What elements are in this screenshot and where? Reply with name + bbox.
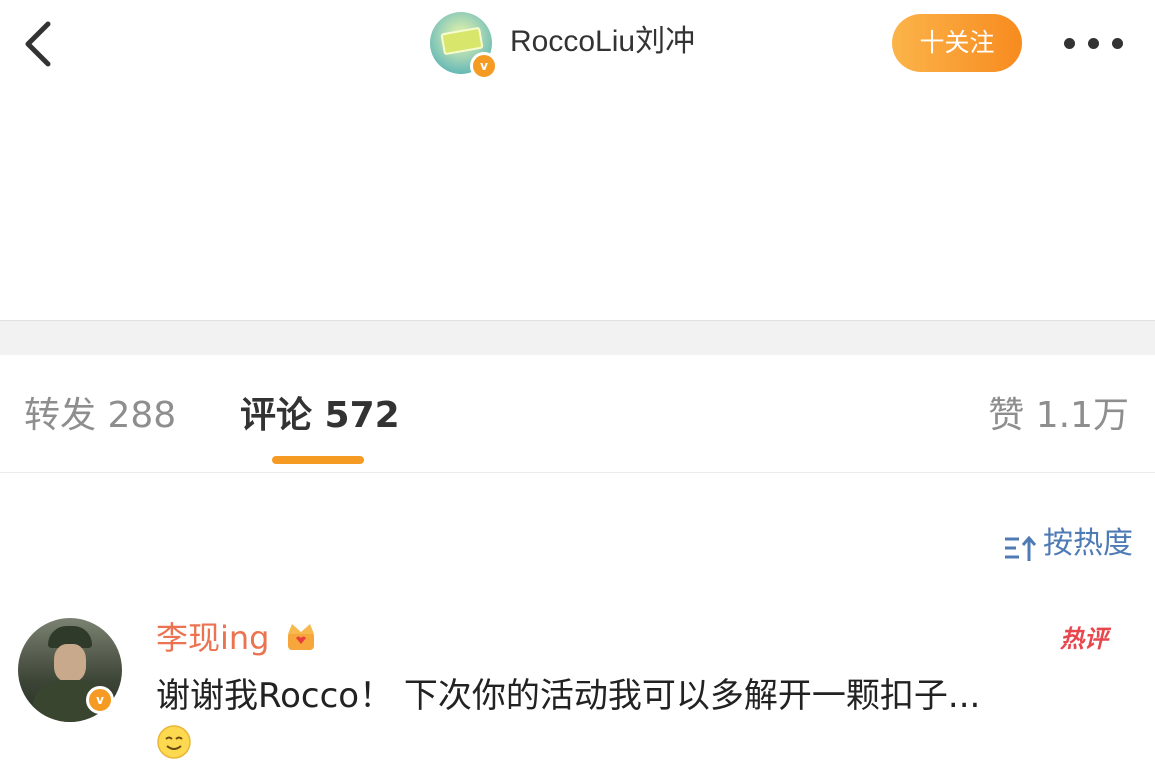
verified-badge-icon: v xyxy=(470,52,498,80)
profile-name[interactable]: RoccoLiu刘冲 xyxy=(510,22,695,62)
verified-badge-icon: v xyxy=(86,686,114,714)
active-tab-indicator xyxy=(272,456,364,464)
chevron-left-icon xyxy=(25,21,51,67)
avatar-sticker xyxy=(440,26,484,56)
more-options-button[interactable] xyxy=(1060,24,1130,60)
tab-bar: 转发 288 评论 572 赞 1.1万 xyxy=(0,354,1155,473)
comment-item: v 李现ing 热评 谢谢我Rocco！ 下次你的活动我可以多解开一颗扣子... xyxy=(0,600,1155,781)
smile-emoji-icon xyxy=(156,724,192,760)
sort-label: 按热度 xyxy=(1043,526,1133,561)
ellipsis-icon xyxy=(1064,38,1075,49)
section-divider xyxy=(0,320,1155,355)
follow-button[interactable]: 十关注 xyxy=(892,14,1022,72)
avatar-face xyxy=(54,644,86,682)
tab-repost[interactable]: 转发 288 xyxy=(24,392,176,440)
crown-icon[interactable] xyxy=(282,618,320,656)
comment-text: 谢谢我Rocco！ 下次你的活动我可以多解开一颗扣子... xyxy=(156,676,981,716)
tab-comments[interactable]: 评论 572 xyxy=(240,392,400,440)
ellipsis-dot xyxy=(1112,38,1123,49)
ellipsis-dot xyxy=(1088,38,1099,49)
top-bar: v RoccoLiu刘冲 十关注 xyxy=(0,0,1155,90)
post-content-area xyxy=(0,90,1155,320)
sort-icon xyxy=(1003,530,1039,561)
hot-comment-badge: 热评 xyxy=(1060,625,1108,653)
sort-toggle[interactable]: 按热度 xyxy=(1003,520,1133,568)
commenter-name[interactable]: 李现ing xyxy=(156,618,270,658)
back-button[interactable] xyxy=(18,18,62,70)
tab-likes[interactable]: 赞 1.1万 xyxy=(988,392,1129,440)
